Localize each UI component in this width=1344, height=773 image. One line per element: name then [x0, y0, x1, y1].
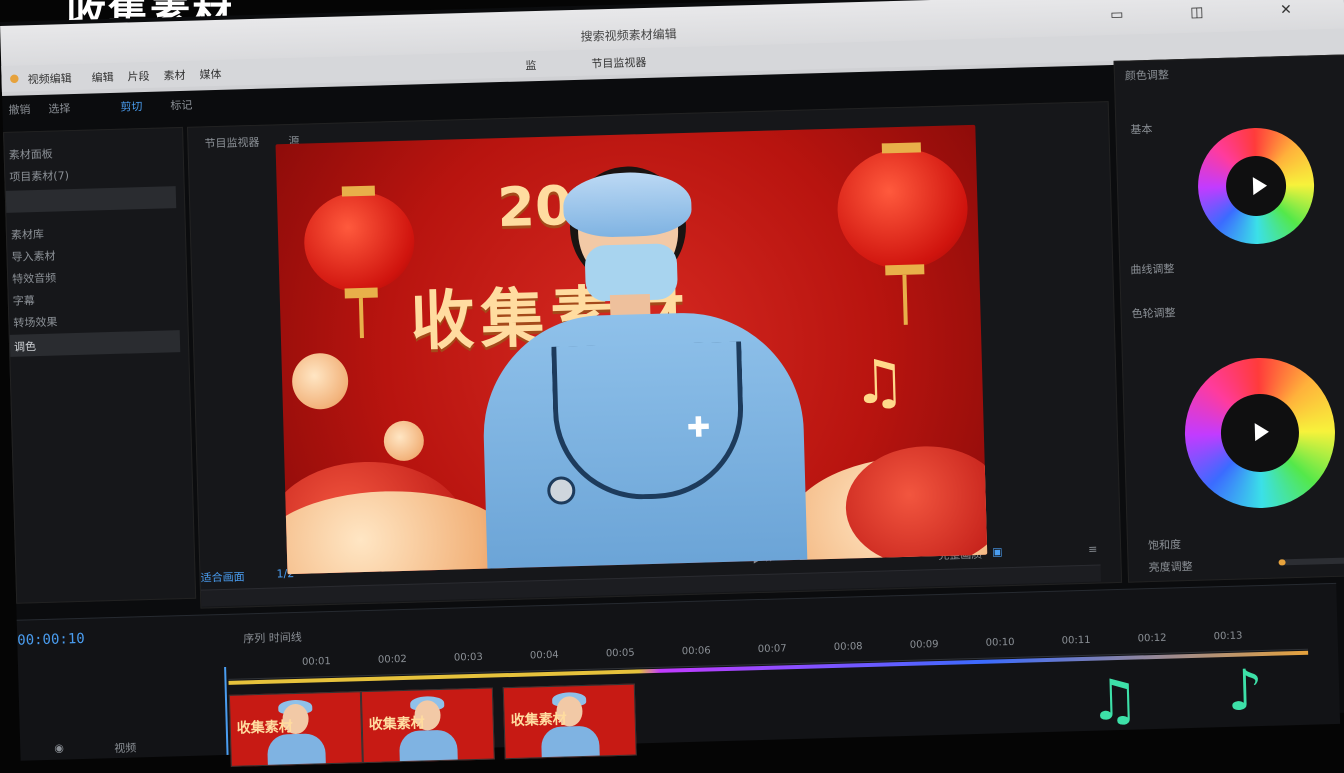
ruler-tick: 00:06	[681, 645, 711, 658]
list-item[interactable]	[5, 186, 177, 213]
play-icon[interactable]	[1254, 422, 1270, 442]
menu-icon[interactable]: ≡	[1088, 543, 1098, 556]
menu-center[interactable]: 节目监视器	[591, 54, 646, 72]
ruler-tick: 00:03	[453, 651, 483, 664]
brightness-slider[interactable]	[1278, 557, 1344, 566]
close-icon[interactable]: ✕	[1280, 2, 1292, 18]
section-wheels: 色轮调整	[1131, 306, 1176, 321]
list-item[interactable]: 调色	[9, 330, 181, 357]
editor-window: 搜索视频素材编辑 ▭ ◫ ✕ ● 视频编辑 编辑 片段 素材 媒体 监 节目监视…	[0, 0, 1344, 767]
toolbar: 撤销 选择 剪切 标记	[2, 87, 243, 124]
color-wheel[interactable]	[1182, 355, 1338, 511]
tool-cut[interactable]: 剪切	[120, 98, 142, 115]
left-panel-title: 素材面板	[8, 147, 53, 162]
ruler-tick: 00:12	[1137, 632, 1167, 645]
ruler-tick: 00:09	[909, 639, 939, 651]
ruler-tick: 00:08	[833, 641, 863, 653]
section-curves: 曲线调整	[1130, 262, 1175, 277]
video-clip[interactable]: 收集素材	[360, 687, 495, 764]
ruler-tick: 00:04	[529, 649, 559, 662]
timeline-panel: 00:00:10 序列 时间线 00:01 00:02 00:03 00:04 …	[16, 582, 1341, 767]
tab-program[interactable]: 节目监视器	[204, 134, 259, 152]
face-mask	[584, 243, 679, 302]
track-video-label: 视频	[114, 741, 137, 756]
lantern-icon	[302, 185, 416, 299]
menu-app[interactable]: 视频编辑	[27, 70, 71, 87]
timecode-readout[interactable]: 00:00:10	[17, 631, 85, 649]
eye-icon[interactable]: ◉	[54, 742, 64, 755]
ruler-tick: 00:01	[301, 656, 331, 668]
ruler-tick: 00:02	[377, 653, 407, 666]
menu-item-4[interactable]: 媒体	[199, 66, 221, 83]
left-panel-subtitle: 项目素材(7)	[9, 169, 70, 184]
music-note-icon: ♪	[1226, 658, 1264, 724]
window-title: 搜索视频素材编辑	[580, 27, 677, 44]
lantern-tassel	[902, 274, 908, 325]
menu-item-3[interactable]: 素材	[163, 67, 185, 84]
video-clip[interactable]: 收集素材	[228, 691, 363, 767]
color-wheel[interactable]	[1196, 126, 1316, 246]
window-icon[interactable]: ◫	[1190, 4, 1204, 20]
coin-decoration	[383, 420, 425, 462]
lantern-icon	[835, 142, 970, 276]
right-panel-title: 颜色调整	[1124, 68, 1170, 83]
app-logo-icon: ●	[9, 71, 20, 85]
tool-select[interactable]: 选择	[48, 100, 70, 117]
saturation-label: 饱和度	[1147, 538, 1182, 553]
section-basic: 基本	[1130, 122, 1153, 137]
video-clip[interactable]: 收集素材	[502, 683, 637, 760]
cloud-decoration	[291, 352, 349, 410]
timeline-title: 序列 时间线	[243, 630, 302, 646]
tool-undo[interactable]: 撤销	[8, 101, 30, 118]
preview-image: 2023 收集素材 ✚ ♫	[275, 124, 988, 575]
play-icon[interactable]	[1252, 176, 1268, 196]
lantern-tassel	[358, 297, 364, 339]
list-item[interactable]: 转场效果	[9, 306, 180, 333]
menu-item-1[interactable]: 编辑	[91, 69, 113, 86]
monitor-icon[interactable]: 监	[525, 57, 536, 73]
medical-cross-icon: ✚	[686, 410, 711, 444]
right-panel: 颜色调整 基本 曲线调整 色轮调整 饱和度 亮度调整	[1113, 54, 1344, 583]
fit-dropdown[interactable]: 适合画面	[200, 568, 244, 585]
ruler-tick: 00:07	[757, 643, 787, 656]
brightness-label: 亮度调整	[1148, 559, 1193, 575]
camera-icon[interactable]: ▣	[992, 545, 1003, 558]
tool-mark[interactable]: 标记	[170, 97, 192, 114]
menu-item-2[interactable]: 片段	[127, 68, 149, 85]
music-note-icon: ♫	[1088, 667, 1141, 734]
music-note-icon: ♫	[851, 346, 908, 419]
ruler-tick: 00:05	[605, 647, 635, 660]
left-panel: 素材面板 项目素材(7) 素材库 导入素材 特效音频 字幕 转场效果 调色	[3, 126, 197, 604]
ruler-tick: 00:10	[985, 636, 1015, 649]
minimize-icon[interactable]: ▭	[1110, 7, 1124, 23]
ruler-tick: 00:11	[1061, 634, 1091, 647]
ruler-tick: 00:13	[1213, 630, 1243, 643]
